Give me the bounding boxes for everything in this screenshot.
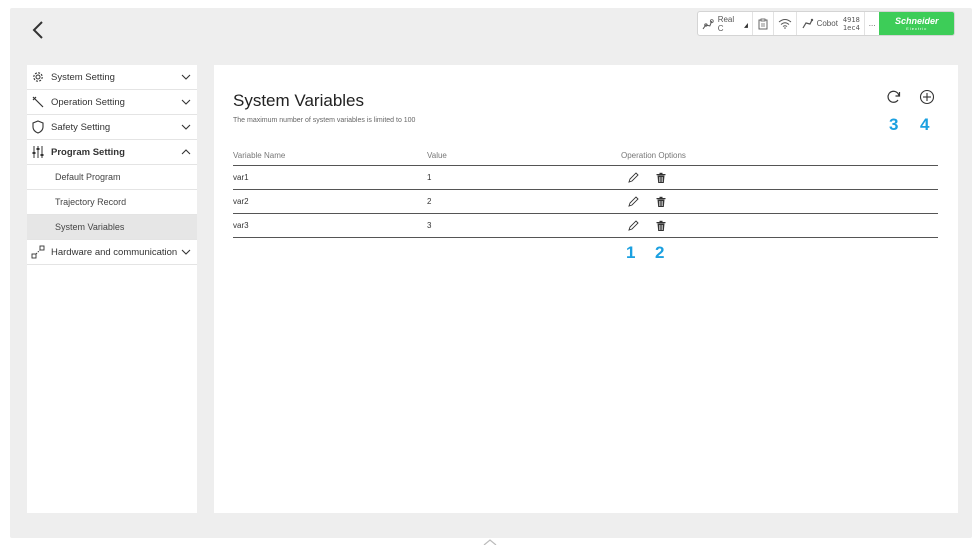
wifi-status[interactable] [774,12,797,35]
corner-indicator-icon [743,22,748,28]
robot-id: 4918 1ec4 [843,16,860,32]
wrench-icon [30,94,46,110]
marker-edit: 1 [626,243,636,262]
robot-id-line1: 4918 [842,15,860,24]
main-panel: System Variables The maximum number of s… [214,65,958,513]
clipboard-icon [758,18,768,29]
refresh-button[interactable] [884,87,904,107]
edit-button[interactable] [626,171,640,185]
delete-button[interactable] [654,171,668,185]
wifi-icon [778,19,791,29]
sidebar-item-safety-setting[interactable]: Safety Setting [27,115,197,140]
variable-name: var3 [233,221,249,230]
sidebar-item-hardware-communication[interactable]: Hardware and communication [27,240,197,265]
pencil-icon [628,219,639,231]
sidebar-item-operation-setting[interactable]: Operation Setting [27,90,197,115]
variable-value: 1 [427,173,432,182]
network-icon [30,244,46,260]
cobot-icon [802,18,813,28]
variables-table: Variable Name Value Operation Options va… [233,145,938,238]
status-bar: Real C Cobot 4918 1ec4 ... Schneider Ele… [697,11,955,36]
sidebar-subitem-label: Default Program [55,172,121,182]
marker-refresh: 3 [889,115,899,134]
sidebar-item-label: System Setting [51,71,115,83]
sidebar-subitem-label: System Variables [55,222,125,232]
robot-label: Cobot [816,19,838,28]
trash-icon [656,220,666,231]
sidebar-item-program-setting[interactable]: Program Setting [27,140,197,165]
variable-name: var1 [233,173,249,182]
edit-button[interactable] [626,219,640,233]
sidebar-subitem-trajectory-record[interactable]: Trajectory Record [27,190,197,215]
variable-name: var2 [233,197,249,206]
page-subtitle: The maximum number of system variables i… [233,117,416,124]
chevron-down-icon [181,124,191,130]
sliders-icon [30,144,46,160]
mode-label: Real C [717,14,735,33]
sidebar: System Setting Operation Setting Safety … [27,65,197,513]
sidebar-item-label: Operation Setting [51,96,125,108]
pencil-icon [628,195,639,207]
sidebar-item-label: Program Setting [51,146,125,158]
brand-sub: Electric [906,25,928,31]
trash-icon [656,172,666,183]
chevron-down-icon [181,99,191,105]
brand-name: Schneider [894,15,939,26]
robot-arm-icon [702,18,714,29]
drag-handle-icon[interactable] [483,539,497,545]
table-row: var3 3 [233,214,938,238]
sidebar-item-label: Safety Setting [51,121,111,133]
delete-button[interactable] [654,195,668,209]
marker-add: 4 [920,115,930,134]
chevron-down-icon [181,74,191,80]
sidebar-subitem-default-program[interactable]: Default Program [27,165,197,190]
robot-status[interactable]: Cobot 4918 1ec4 [797,12,865,35]
more-label: ... [868,19,876,28]
variable-value: 2 [427,197,432,206]
gear-icon [30,69,46,85]
refresh-icon [887,90,901,103]
variable-value: 3 [427,221,432,230]
sidebar-item-label: Hardware and communication [51,246,178,258]
marker-delete: 2 [655,243,665,262]
column-header-operations: Operation Options [621,150,686,160]
shield-icon [30,119,46,135]
page-title: System Variables [233,91,365,110]
table-row: var1 1 [233,166,938,190]
table-row: var2 2 [233,190,938,214]
edit-button[interactable] [626,195,640,209]
add-variable-button[interactable] [917,87,937,107]
chevron-left-icon [32,21,43,39]
mode-indicator[interactable]: Real C [698,12,753,35]
sidebar-subitem-label: Trajectory Record [55,197,127,207]
add-circle-icon [919,89,935,105]
sidebar-subitem-system-variables[interactable]: System Variables [27,215,197,240]
pencil-icon [628,171,639,183]
sidebar-item-system-setting[interactable]: System Setting [27,65,197,90]
table-header: Variable Name Value Operation Options [233,145,938,166]
robot-id-line2: 1ec4 [842,23,860,32]
chevron-up-icon [181,149,191,155]
more-button[interactable]: ... [865,12,880,35]
brand-logo: Schneider Electric [879,12,954,35]
column-header-value: Value [427,150,447,160]
trash-icon [656,196,666,207]
chevron-down-icon [181,249,191,255]
back-button[interactable] [28,18,48,42]
column-header-name: Variable Name [233,150,286,160]
clipboard-status[interactable] [753,12,774,35]
delete-button[interactable] [654,219,668,233]
